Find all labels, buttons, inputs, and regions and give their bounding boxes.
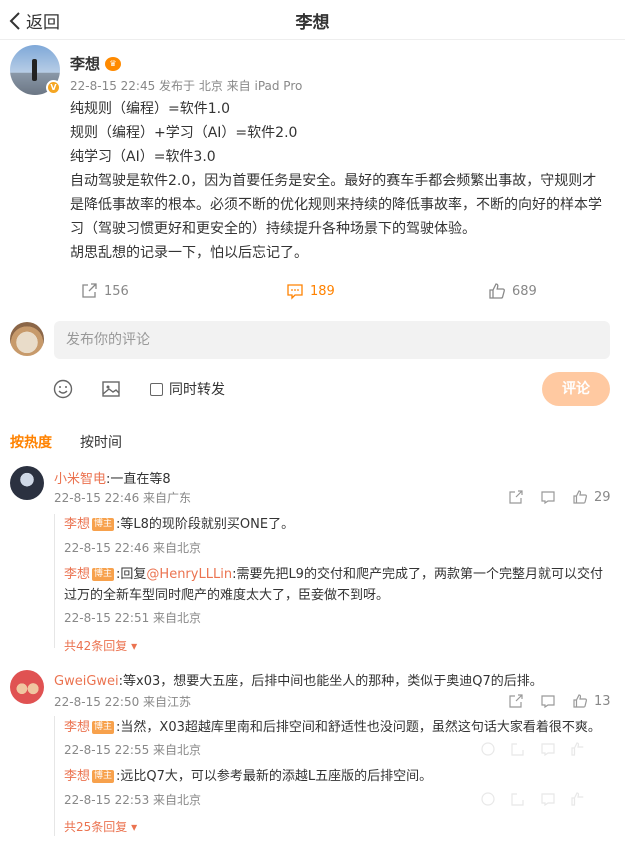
commenter-name[interactable]: GweiGwei xyxy=(54,674,119,689)
more-icon xyxy=(481,742,495,756)
comment-button[interactable]: 189 xyxy=(286,282,335,300)
repost-label: 同时转发 xyxy=(169,382,225,398)
thumbs-up-icon xyxy=(571,792,584,806)
like-button[interactable]: 689 xyxy=(488,282,537,300)
repost-checkbox[interactable] xyxy=(150,382,163,396)
share-icon xyxy=(511,793,524,806)
comment-icon xyxy=(541,793,555,807)
author-badge: 博主 xyxy=(92,770,115,783)
comment-reply-button[interactable] xyxy=(540,489,556,505)
reply-line: 李想 博主:等L8的现阶段就别买ONE了。 xyxy=(64,514,609,535)
comment-share-button[interactable] xyxy=(508,693,524,709)
more-replies-link[interactable]: 共42条回复 ▾ xyxy=(64,637,137,654)
verified-icon: V xyxy=(46,80,61,95)
composer-tools: 同时转发 xyxy=(0,376,625,402)
comment-icon xyxy=(541,491,555,505)
like-count: 689 xyxy=(512,283,537,299)
comment-like-count: 13 xyxy=(594,693,611,709)
submit-comment-button[interactable]: 评论 xyxy=(542,372,610,406)
share-icon xyxy=(511,743,524,756)
comment-count: 189 xyxy=(310,283,335,299)
comment-time: 22-8-15 22:50 来自江苏 xyxy=(54,695,192,709)
image-icon[interactable] xyxy=(100,378,122,400)
comment-share-button[interactable] xyxy=(508,489,524,505)
more-replies-label: 共25条回复 xyxy=(64,820,128,834)
reply-time: 22-8-15 22:51 来自北京 xyxy=(64,611,202,625)
repost-count: 156 xyxy=(104,283,129,299)
post-line: 纯规则（编程）=软件1.0 xyxy=(70,101,230,117)
caret-down-icon: ▾ xyxy=(131,639,138,653)
author-name[interactable]: 李想 xyxy=(70,53,100,74)
author-name-row[interactable]: 李想 ♛ xyxy=(70,53,122,74)
reply-text: :当然，X03超越库里南和后排空间和舒适性也没问题，虽然这句话大家看着很不爽。 xyxy=(116,720,601,735)
comment-icon xyxy=(541,743,555,757)
thumbs-up-icon xyxy=(571,742,584,756)
reply-text: :等L8的现阶段就别买ONE了。 xyxy=(116,517,295,532)
crown-icon: ♛ xyxy=(105,56,122,71)
comment-time: 22-8-15 22:46 来自广东 xyxy=(54,491,192,505)
reply-line: 李想 博主:远比Q7大，可以参考最新的添越L五座版的后排空间。 xyxy=(64,766,609,787)
caret-down-icon: ▾ xyxy=(131,820,138,834)
reply-author[interactable]: 李想 xyxy=(64,720,90,735)
reply-author[interactable]: 李想 xyxy=(64,567,90,582)
comment-reply-button[interactable] xyxy=(540,693,556,709)
post-line: 规则（编程）+学习（AI）=软件2.0 xyxy=(70,125,298,141)
reply-time: 22-8-15 22:55 来自北京 xyxy=(64,743,202,757)
comment-line: 小米智电:一直在等8 xyxy=(54,468,171,487)
commenter-name[interactable]: 小米智电 xyxy=(54,472,106,487)
reply-line: 李想 博主:回复@HenryLLLin:需要先把L9的交付和爬产完成了，两款第一个… xyxy=(64,564,609,606)
reply-author[interactable]: 李想 xyxy=(64,517,90,532)
thumbs-up-icon xyxy=(489,283,505,299)
post-line: 胡思乱想的记录一下，怕以后忘记了。 xyxy=(70,245,308,261)
reply-action-icons xyxy=(480,791,586,807)
author-badge: 博主 xyxy=(92,568,115,581)
post-line: 纯学习（AI）=软件3.0 xyxy=(70,149,216,165)
reply-text: :远比Q7大，可以参考最新的添越L五座版的后排空间。 xyxy=(116,769,433,784)
comment-text: :一直在等8 xyxy=(106,472,171,487)
reply-time: 22-8-15 22:46 来自北京 xyxy=(64,541,202,555)
tab-hot[interactable]: 按热度 xyxy=(10,432,52,452)
tab-time[interactable]: 按时间 xyxy=(80,432,122,452)
page-title: 李想 xyxy=(295,13,330,33)
repost-toggle[interactable]: 同时转发 xyxy=(150,379,225,399)
commenter-avatar[interactable] xyxy=(10,466,44,500)
reply-thread-line xyxy=(54,514,55,648)
reply-line: 李想 博主:当然，X03超越库里南和后排空间和舒适性也没问题，虽然这句话大家看着很… xyxy=(64,717,609,738)
reply-thread-line xyxy=(54,716,55,836)
post-line: 自动驾驶是软件2.0，因为首要任务是安全。最好的赛车手都会频繁出事故，守规则才是… xyxy=(70,173,602,237)
more-replies-link[interactable]: 共25条回复 ▾ xyxy=(64,818,137,835)
author-badge: 博主 xyxy=(92,518,115,531)
comment-icon xyxy=(541,695,555,709)
comment-input[interactable]: 发布你的评论 xyxy=(54,321,610,359)
commenter-avatar[interactable] xyxy=(10,670,44,704)
share-icon xyxy=(82,283,97,298)
thumbs-up-icon xyxy=(573,490,587,504)
post-meta: 22-8-15 22:45 发布于 北京 来自 iPad Pro xyxy=(70,79,303,93)
comment-like-button[interactable]: 29 xyxy=(572,489,611,505)
emoji-icon[interactable] xyxy=(52,378,74,400)
sort-tabs: 按热度 按时间 xyxy=(10,432,122,452)
share-icon xyxy=(509,694,523,708)
comment-text: :等x03，想要大五座，后排中间也能坐人的那种，类似于奥迪Q7的后排。 xyxy=(118,674,543,689)
thumbs-up-icon xyxy=(573,694,587,708)
comment-icon xyxy=(287,284,303,300)
reply-author[interactable]: 李想 xyxy=(64,769,90,784)
reply-action-icons xyxy=(480,741,586,757)
reply-prefix: :回复 xyxy=(116,567,147,582)
my-avatar xyxy=(10,322,44,356)
post-body: 纯规则（编程）=软件1.0 规则（编程）+学习（AI）=软件2.0 纯学习（AI… xyxy=(70,97,610,265)
top-bar: 返回 李想 xyxy=(0,0,625,40)
more-icon xyxy=(481,792,495,806)
post-actions: 156 189 689 xyxy=(0,282,625,302)
author-badge: 博主 xyxy=(92,721,115,734)
share-icon xyxy=(509,490,523,504)
comment-like-button[interactable]: 13 xyxy=(572,693,611,709)
reply-time: 22-8-15 22:53 来自北京 xyxy=(64,793,202,807)
comment-like-count: 29 xyxy=(594,489,611,505)
reply-mention[interactable]: @HenryLLLin xyxy=(146,567,232,582)
more-replies-label: 共42条回复 xyxy=(64,639,128,653)
comment-line: GweiGwei:等x03，想要大五座，后排中间也能坐人的那种，类似于奥迪Q7的… xyxy=(54,670,543,689)
repost-button[interactable]: 156 xyxy=(80,282,129,300)
